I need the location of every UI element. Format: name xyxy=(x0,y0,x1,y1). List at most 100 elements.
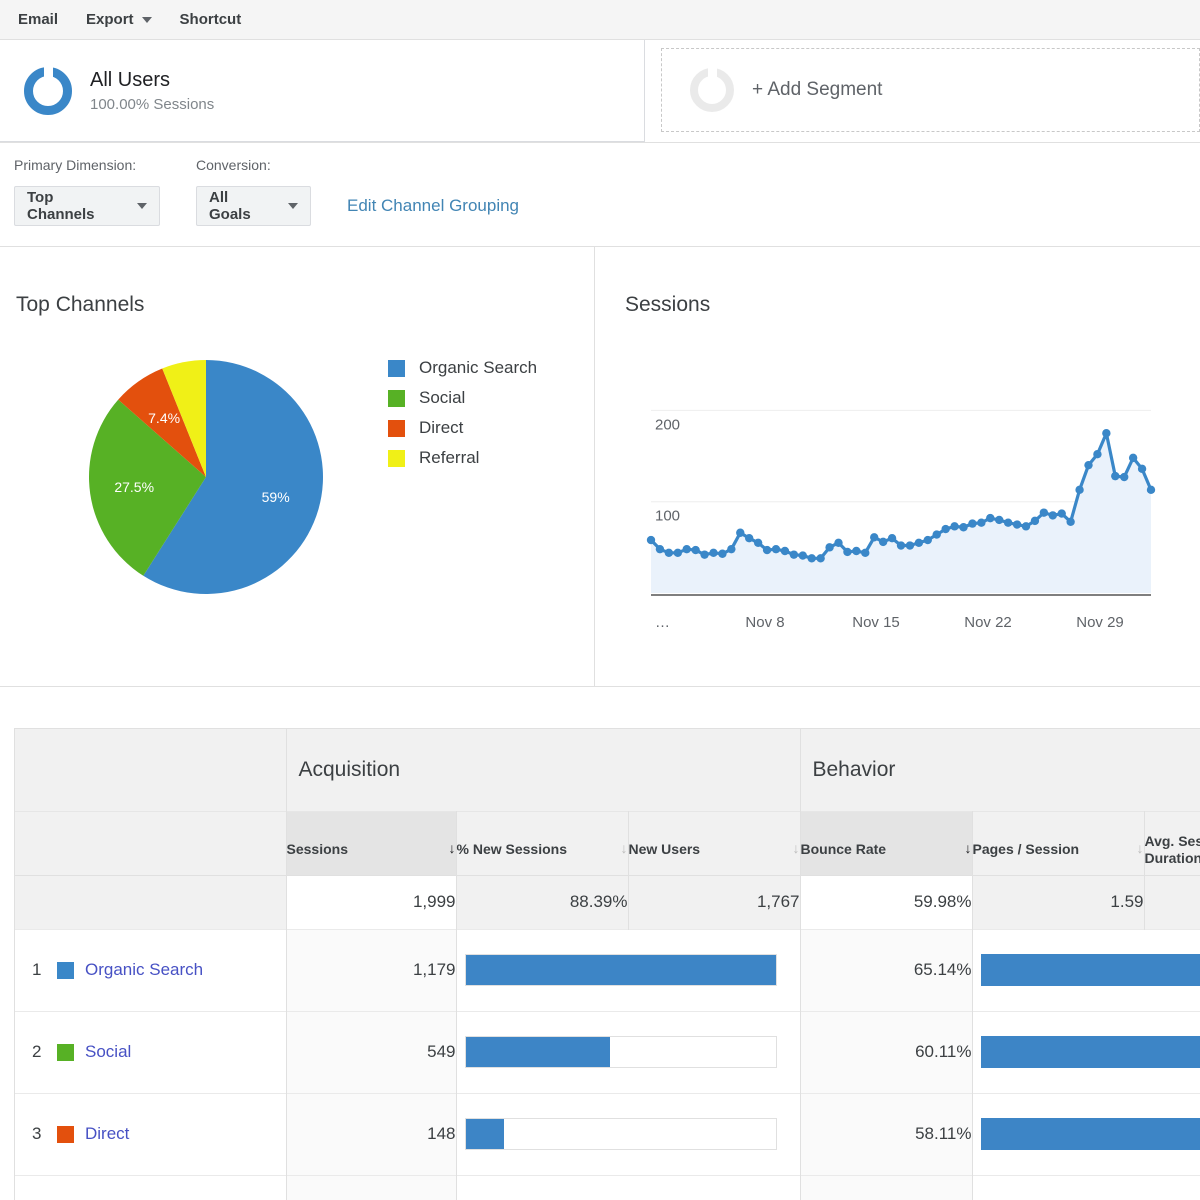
chart-data-point[interactable] xyxy=(1111,471,1120,481)
sort-arrow-icon[interactable]: ↓ xyxy=(793,841,800,855)
totals-cell: 88.39% xyxy=(456,874,629,929)
chart-data-point[interactable] xyxy=(852,546,861,556)
sort-arrow-icon[interactable]: ↓ xyxy=(621,841,628,855)
chart-data-point[interactable] xyxy=(1146,485,1156,495)
table-row[interactable]: 3 Direct 148 58.11% xyxy=(15,1092,1200,1175)
chart-data-point[interactable] xyxy=(870,533,879,542)
chart-data-point[interactable] xyxy=(771,544,781,554)
chart-data-point[interactable] xyxy=(896,541,906,550)
chart-data-point[interactable] xyxy=(691,545,700,555)
chart-data-point[interactable] xyxy=(1084,460,1093,470)
chart-data-point[interactable] xyxy=(1066,517,1075,526)
chart-data-point[interactable] xyxy=(941,524,950,534)
chart-data-point[interactable] xyxy=(762,545,772,555)
row-bounce-rate-cell: 12.20% xyxy=(800,1174,973,1200)
sessions-area-chart[interactable]: 100 200 … Nov 8 Nov 15 Nov 22 Nov 29 xyxy=(595,373,1185,648)
chart-data-point[interactable] xyxy=(718,549,727,558)
primary-dimension-select[interactable]: Top Channels xyxy=(14,186,160,226)
col-header-metric[interactable]: Pages / Session ↓ xyxy=(972,810,1145,875)
chart-data-point[interactable] xyxy=(977,518,986,527)
chart-data-point[interactable] xyxy=(923,535,932,545)
col-header-metric[interactable]: % New Sessions ↓ xyxy=(456,810,629,875)
chart-data-point[interactable] xyxy=(673,548,682,558)
chart-data-point[interactable] xyxy=(745,534,754,543)
chart-data-point[interactable] xyxy=(950,522,959,531)
pie-chart[interactable]: 59% 27.5% 7.4% xyxy=(88,359,324,600)
chart-data-point[interactable] xyxy=(1057,509,1066,518)
chart-data-point[interactable] xyxy=(986,513,995,523)
chart-data-point[interactable] xyxy=(905,541,915,550)
edit-channel-grouping-link[interactable]: Edit Channel Grouping xyxy=(347,196,519,216)
chart-data-point[interactable] xyxy=(887,534,897,543)
chart-data-point[interactable] xyxy=(700,550,709,559)
channel-link[interactable]: Direct xyxy=(85,1124,129,1144)
pie-legend-item[interactable]: Organic Search xyxy=(388,353,537,383)
analytics-acquisition-page: Email Export Shortcut All Users 100.00% … xyxy=(0,0,1200,1200)
export-button[interactable]: Export xyxy=(72,5,166,34)
chart-data-point[interactable] xyxy=(1137,464,1147,474)
chart-data-point[interactable] xyxy=(709,548,718,558)
col-header-metric[interactable]: Sessions ↓ xyxy=(286,810,457,875)
chart-data-point[interactable] xyxy=(780,546,790,556)
totals-cell: 1,767 xyxy=(628,874,801,929)
conversion-select[interactable]: All Goals xyxy=(196,186,311,226)
email-button[interactable]: Email xyxy=(4,5,72,34)
chart-data-point[interactable] xyxy=(1075,485,1084,495)
chart-data-point[interactable] xyxy=(664,548,674,558)
channel-link[interactable]: Organic Search xyxy=(85,960,203,980)
chart-data-point[interactable] xyxy=(1039,508,1049,517)
sort-arrow-icon[interactable]: ↓ xyxy=(965,841,972,855)
chart-data-point[interactable] xyxy=(1012,520,1022,529)
chart-data-point[interactable] xyxy=(878,537,888,547)
channel-link[interactable]: Social xyxy=(85,1042,131,1062)
sort-arrow-icon[interactable]: ↓ xyxy=(449,841,456,855)
chart-data-point[interactable] xyxy=(682,544,691,554)
pie-legend-item[interactable]: Direct xyxy=(388,413,537,443)
col-header-metric[interactable]: New Users ↓ xyxy=(628,810,801,875)
segment-all-users[interactable]: All Users 100.00% Sessions xyxy=(0,40,645,142)
chart-data-point[interactable] xyxy=(1120,472,1129,482)
chart-data-point[interactable] xyxy=(727,544,736,554)
col-header-label: New Users xyxy=(628,841,701,858)
channels-table-container[interactable]: Acquisition Behavior Sessions ↓% New Sess… xyxy=(14,728,1200,1200)
chart-data-point[interactable] xyxy=(1102,429,1111,438)
table-row[interactable]: 2 Social 549 60.11% xyxy=(15,1010,1200,1093)
chart-data-point[interactable] xyxy=(914,538,924,547)
pie-legend-item[interactable]: Referral xyxy=(388,443,537,473)
chart-data-point[interactable] xyxy=(1003,518,1013,527)
add-segment-button[interactable]: + Add Segment xyxy=(661,48,1200,132)
pages-session-bar-track xyxy=(980,1036,1200,1068)
totals-cell: 1.59 xyxy=(972,874,1145,929)
pie-legend-item[interactable]: Social xyxy=(388,383,537,413)
sort-arrow-icon[interactable]: ↓ xyxy=(1137,841,1144,855)
chart-data-point[interactable] xyxy=(834,538,843,547)
chart-data-point[interactable] xyxy=(1128,453,1138,463)
col-header-metric[interactable]: Bounce Rate ↓ xyxy=(800,810,973,875)
chart-data-point[interactable] xyxy=(807,554,816,563)
chart-data-point[interactable] xyxy=(798,551,807,560)
chart-data-point[interactable] xyxy=(1093,450,1102,459)
chart-data-point[interactable] xyxy=(959,523,968,532)
shortcut-label: Shortcut xyxy=(179,11,242,28)
chart-data-point[interactable] xyxy=(753,538,763,547)
chart-data-point[interactable] xyxy=(736,528,745,537)
table-row[interactable]: 1 Organic Search 1,179 65.14% xyxy=(15,928,1200,1011)
chart-data-point[interactable] xyxy=(861,548,870,558)
chart-data-point[interactable] xyxy=(789,550,799,559)
chart-data-point[interactable] xyxy=(825,543,834,552)
chart-data-point[interactable] xyxy=(816,554,825,563)
chart-data-point[interactable] xyxy=(1030,516,1040,526)
col-header-metric[interactable]: Avg. Session Duration xyxy=(1144,810,1200,875)
chart-data-point[interactable] xyxy=(646,535,656,545)
chart-data-point[interactable] xyxy=(995,515,1004,525)
chart-data-point[interactable] xyxy=(655,544,665,554)
chart-data-point[interactable] xyxy=(968,519,977,528)
shortcut-button[interactable]: Shortcut xyxy=(166,5,256,34)
chart-data-point[interactable] xyxy=(843,547,852,557)
chart-data-point[interactable] xyxy=(932,530,941,539)
table-row[interactable]: 4Referral123 12.20% xyxy=(15,1174,1200,1200)
chart-data-point[interactable] xyxy=(1048,511,1057,520)
row-bounce-rate-cell: 58.11% xyxy=(800,1092,973,1175)
chart-data-point[interactable] xyxy=(1021,522,1031,531)
conversion-value: All Goals xyxy=(209,189,251,223)
